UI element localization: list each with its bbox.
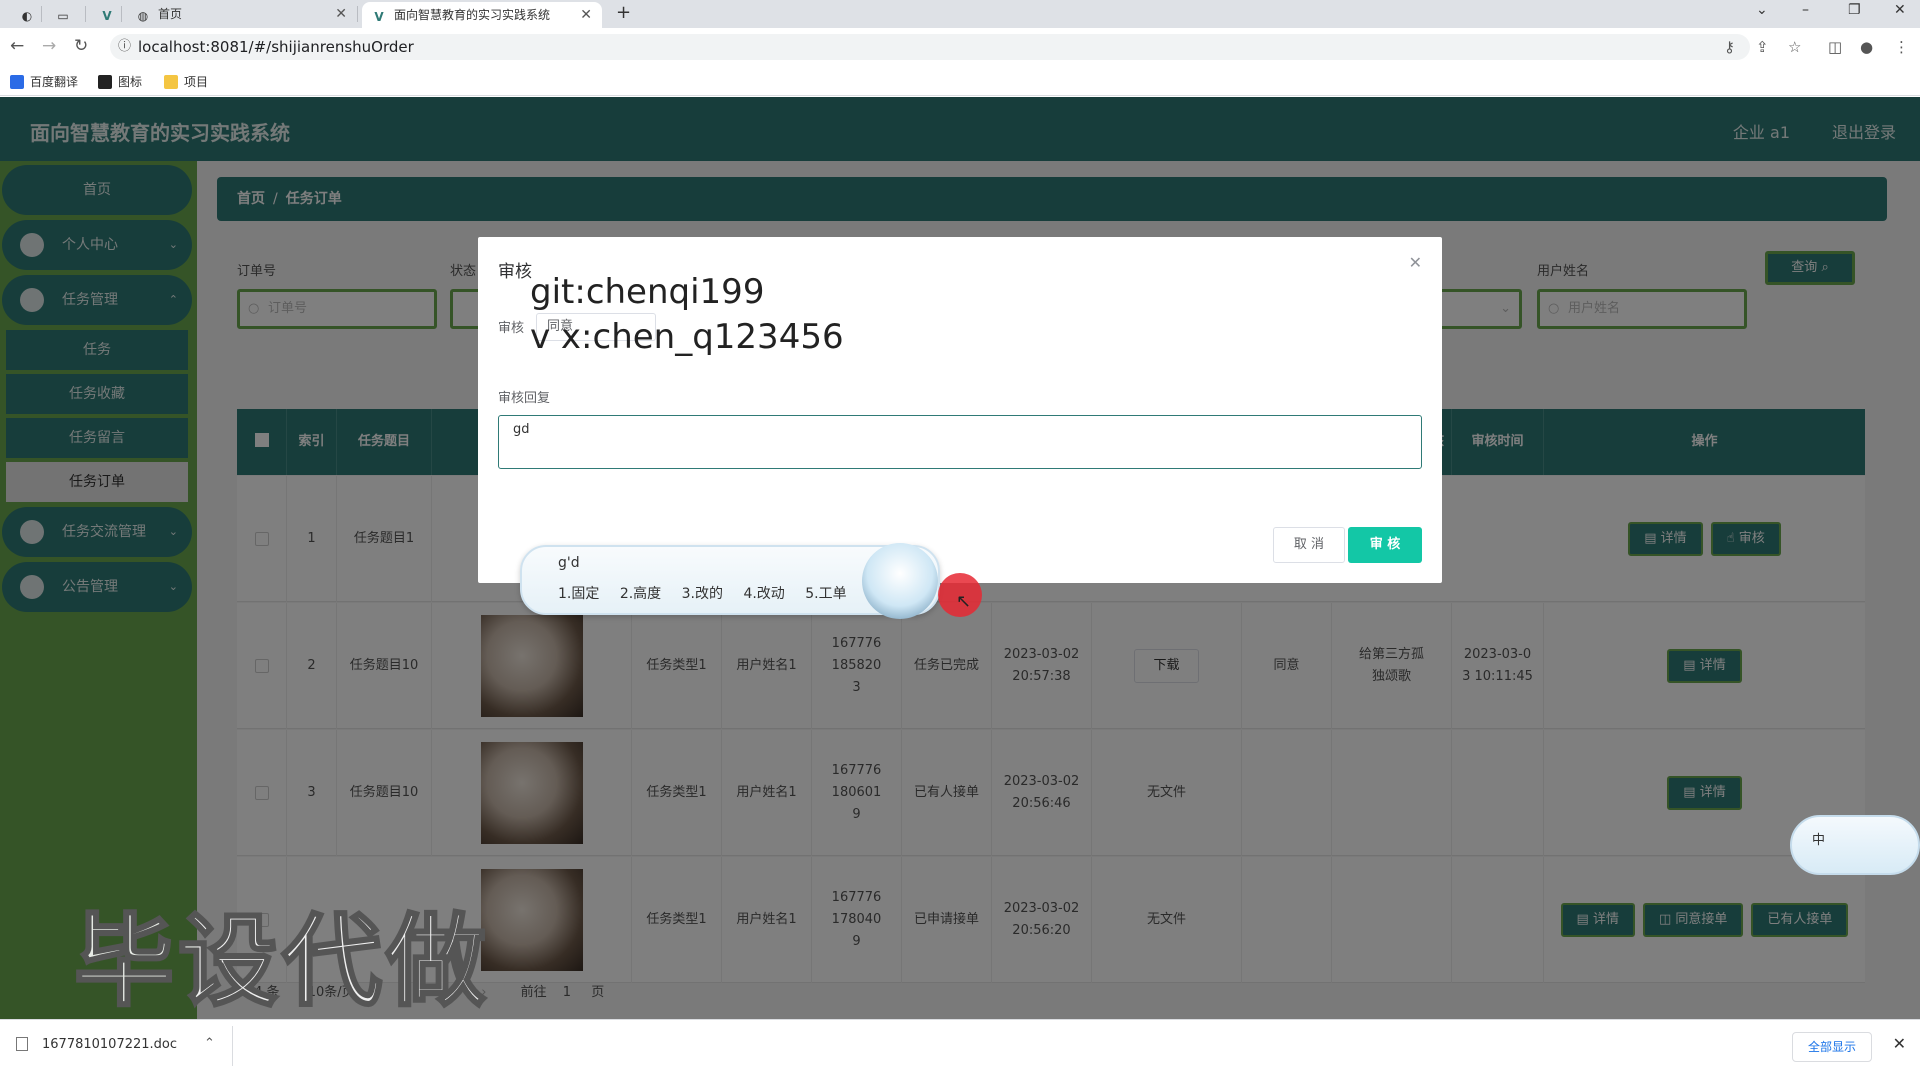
tab-home[interactable]: ◍ 首页 ✕ <box>126 6 358 22</box>
profile-icon[interactable]: ● <box>1860 38 1873 56</box>
close-tab-icon[interactable]: ✕ <box>580 2 592 28</box>
tab-active[interactable]: V 面向智慧教育的实习实践系统 ✕ <box>362 2 602 28</box>
bookmark-label: 图标 <box>118 75 143 89</box>
audit-label: 审核 <box>498 321 525 336</box>
tab-label: 首页 <box>158 7 183 21</box>
document-icon <box>16 1037 28 1051</box>
close-icon[interactable]: ✕ <box>1409 253 1422 272</box>
watermark-wechat: v x:chen_q123456 <box>530 317 844 357</box>
close-tab-icon[interactable]: ✕ <box>335 6 347 22</box>
ime-candidates: 1.固定 2.高度 3.改的 4.改动 5.工单 ◂ ▸ <box>558 583 898 603</box>
bookmark-item[interactable]: 图标 <box>98 73 142 90</box>
download-item[interactable]: 1677810107221.doc <box>16 1037 177 1052</box>
download-filename: 1677810107221.doc <box>42 1037 178 1052</box>
confirm-audit-button[interactable]: 审 核 <box>1348 527 1422 563</box>
bookmark-label: 项目 <box>184 75 209 89</box>
tab-search-icon[interactable]: ⌄ <box>1756 2 1768 18</box>
reply-text: gd <box>513 422 530 437</box>
watermark-git: git:chenqi199 <box>530 272 765 312</box>
minimize-icon[interactable]: – <box>1802 2 1809 18</box>
ime-pinyin: g'd <box>558 555 580 571</box>
site-info-icon[interactable]: ⓘ <box>118 34 131 60</box>
chevron-up-icon[interactable]: ⌃ <box>204 1036 215 1051</box>
ime-status-bar[interactable]: 中 <box>1790 815 1920 875</box>
back-icon[interactable]: ← <box>10 36 24 56</box>
bookmark-item[interactable]: 项目 <box>164 73 208 90</box>
ime-candidate[interactable]: 2.高度 <box>620 586 661 602</box>
tab-label: 面向智慧教育的实习实践系统 <box>394 8 551 22</box>
divider <box>232 1026 233 1066</box>
url-field[interactable]: ⓘ localhost:8081/#/shijianrenshuOrder <box>110 34 1750 60</box>
side-panel-icon[interactable]: ◫ <box>1828 38 1842 56</box>
translate-icon <box>10 75 24 89</box>
globe-icon: ◍ <box>137 9 149 22</box>
ime-skin-decoration <box>862 543 938 619</box>
dialog-title: 审核 <box>498 262 532 282</box>
vue-icon: V <box>102 9 112 22</box>
ime-candidate[interactable]: 1.固定 <box>558 586 599 602</box>
pinned-tab[interactable]: ▭ <box>46 6 86 22</box>
globe-icon: ◐ <box>21 9 33 22</box>
bookmarks-bar: 百度翻译 图标 项目 <box>0 66 1920 96</box>
ime-candidate[interactable]: 3.改的 <box>682 586 723 602</box>
image-icon <box>98 75 112 89</box>
pinned-tab[interactable]: V <box>90 6 122 22</box>
key-icon[interactable]: ⚷ <box>1724 38 1735 56</box>
download-bar: 1677810107221.doc ⌃ 全部显示 ✕ <box>0 1019 1920 1072</box>
folder-icon <box>164 75 178 89</box>
ime-candidate-window: g'd 1.固定 2.高度 3.改的 4.改动 5.工单 ◂ ▸ <box>520 543 940 619</box>
browser-tab-bar: ◐ ▭ V ◍ 首页 ✕ V 面向智慧教育的实习实践系统 ✕ + ⌄ – ❐ ✕ <box>0 0 1920 28</box>
show-all-button[interactable]: 全部显示 <box>1792 1032 1872 1062</box>
forward-icon[interactable]: → <box>42 36 56 56</box>
ime-candidate[interactable]: 5.工单 <box>805 586 846 602</box>
bookmark-label: 百度翻译 <box>30 75 79 89</box>
vue-icon: V <box>374 10 384 24</box>
ime-mode-indicator[interactable]: 中 <box>1812 829 1825 848</box>
watermark-big: 毕设代做 <box>73 902 490 1022</box>
close-icon[interactable]: ✕ <box>1893 1034 1906 1053</box>
reply-textarea[interactable]: gd <box>498 415 1422 469</box>
reload-icon[interactable]: ↻ <box>74 36 88 56</box>
menu-icon[interactable]: ⋮ <box>1894 38 1909 56</box>
new-tab-button[interactable]: + <box>616 2 631 23</box>
blank-page-icon: ▭ <box>57 9 69 22</box>
star-icon[interactable]: ☆ <box>1788 38 1801 56</box>
address-bar-row: ← → ↻ ⓘ localhost:8081/#/shijianrenshuOr… <box>0 28 1920 66</box>
mouse-cursor-icon: ↖ <box>956 591 972 612</box>
pinned-tab[interactable]: ◐ <box>10 6 42 22</box>
close-window-icon[interactable]: ✕ <box>1894 2 1906 18</box>
url-text: localhost:8081/#/shijianrenshuOrder <box>138 38 414 56</box>
ime-candidate[interactable]: 4.改动 <box>743 586 784 602</box>
restore-icon[interactable]: ❐ <box>1848 2 1861 18</box>
bookmark-item[interactable]: 百度翻译 <box>10 73 78 90</box>
cancel-button[interactable]: 取 消 <box>1273 527 1345 563</box>
reply-label: 审核回复 <box>498 391 551 406</box>
share-icon[interactable]: ⇪ <box>1756 38 1769 56</box>
